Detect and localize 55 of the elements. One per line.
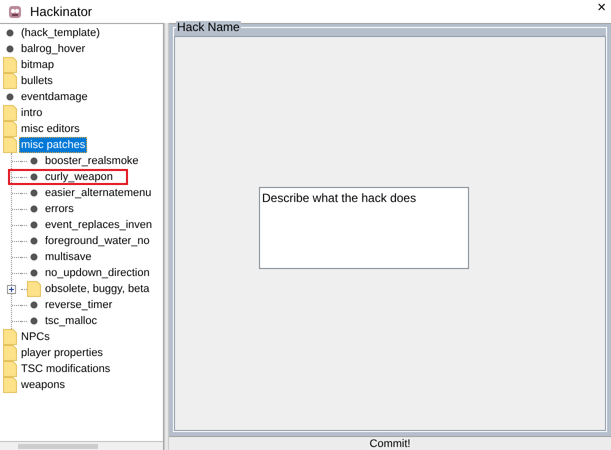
tree-item[interactable]: misc editors [19, 121, 82, 137]
tree-item[interactable]: errors [43, 201, 76, 217]
tree-item[interactable]: curly_weapon [43, 169, 115, 185]
folder-icon [3, 73, 17, 89]
folder-icon [3, 121, 17, 137]
bullet-icon [6, 93, 14, 101]
bullet-icon [6, 29, 14, 37]
bullet-icon [30, 301, 38, 309]
commit-button[interactable]: Commit! [169, 436, 611, 450]
splitter[interactable] [164, 23, 169, 450]
tree-item[interactable]: (hack_template) [19, 25, 102, 41]
tree-item[interactable]: misc patches [19, 137, 88, 153]
tree-item[interactable]: no_updown_direction [43, 265, 152, 281]
tree-item[interactable]: multisave [43, 249, 94, 265]
tree-item[interactable]: eventdamage [19, 89, 90, 105]
folder-icon [3, 105, 17, 121]
tree-item[interactable]: TSC modifications [19, 361, 112, 377]
tree-item[interactable]: booster_realsmoke [43, 153, 141, 169]
tree-item[interactable]: weapons [19, 377, 68, 393]
bullet-icon [30, 269, 38, 277]
folder-icon [3, 377, 17, 393]
tree-item[interactable]: NPCs [19, 329, 52, 345]
bullet-icon [30, 205, 38, 213]
tree-item[interactable]: obsolete, buggy, beta [43, 281, 152, 297]
tree-item[interactable]: bullets [19, 73, 55, 89]
tree-item[interactable]: balrog_hover [19, 41, 88, 57]
tree-item[interactable]: foreground_water_no [43, 233, 152, 249]
tree-item[interactable]: player properties [19, 345, 105, 361]
folder-icon [3, 57, 17, 73]
tree-item[interactable]: reverse_timer [43, 297, 114, 313]
panel-title: Hack Name [176, 21, 241, 34]
tree-item[interactable]: easier_alternatemenu [43, 185, 154, 201]
window-title: Hackinator [30, 2, 92, 21]
bullet-icon [6, 45, 14, 53]
tree-item[interactable]: intro [19, 105, 44, 121]
folder-icon [3, 137, 17, 153]
expand-icon[interactable] [7, 284, 16, 294]
app-icon [8, 4, 22, 18]
bullet-icon [30, 317, 38, 325]
folder-icon [27, 281, 41, 297]
folder-icon [3, 361, 17, 377]
description-field[interactable]: Describe what the hack does [259, 186, 469, 268]
bullet-icon [30, 173, 38, 181]
horizontal-scrollbar[interactable] [0, 441, 163, 450]
tree-item[interactable]: tsc_malloc [43, 313, 99, 329]
close-button[interactable]: × [594, 0, 609, 16]
tree-item[interactable]: event_replaces_inven [43, 217, 154, 233]
tree-item[interactable]: bitmap [19, 57, 56, 73]
bullet-icon [30, 157, 38, 165]
bullet-icon [30, 253, 38, 261]
folder-icon [3, 345, 17, 361]
bullet-icon [30, 221, 38, 229]
folder-icon [3, 329, 17, 345]
bullet-icon [30, 189, 38, 197]
bullet-icon [30, 237, 38, 245]
